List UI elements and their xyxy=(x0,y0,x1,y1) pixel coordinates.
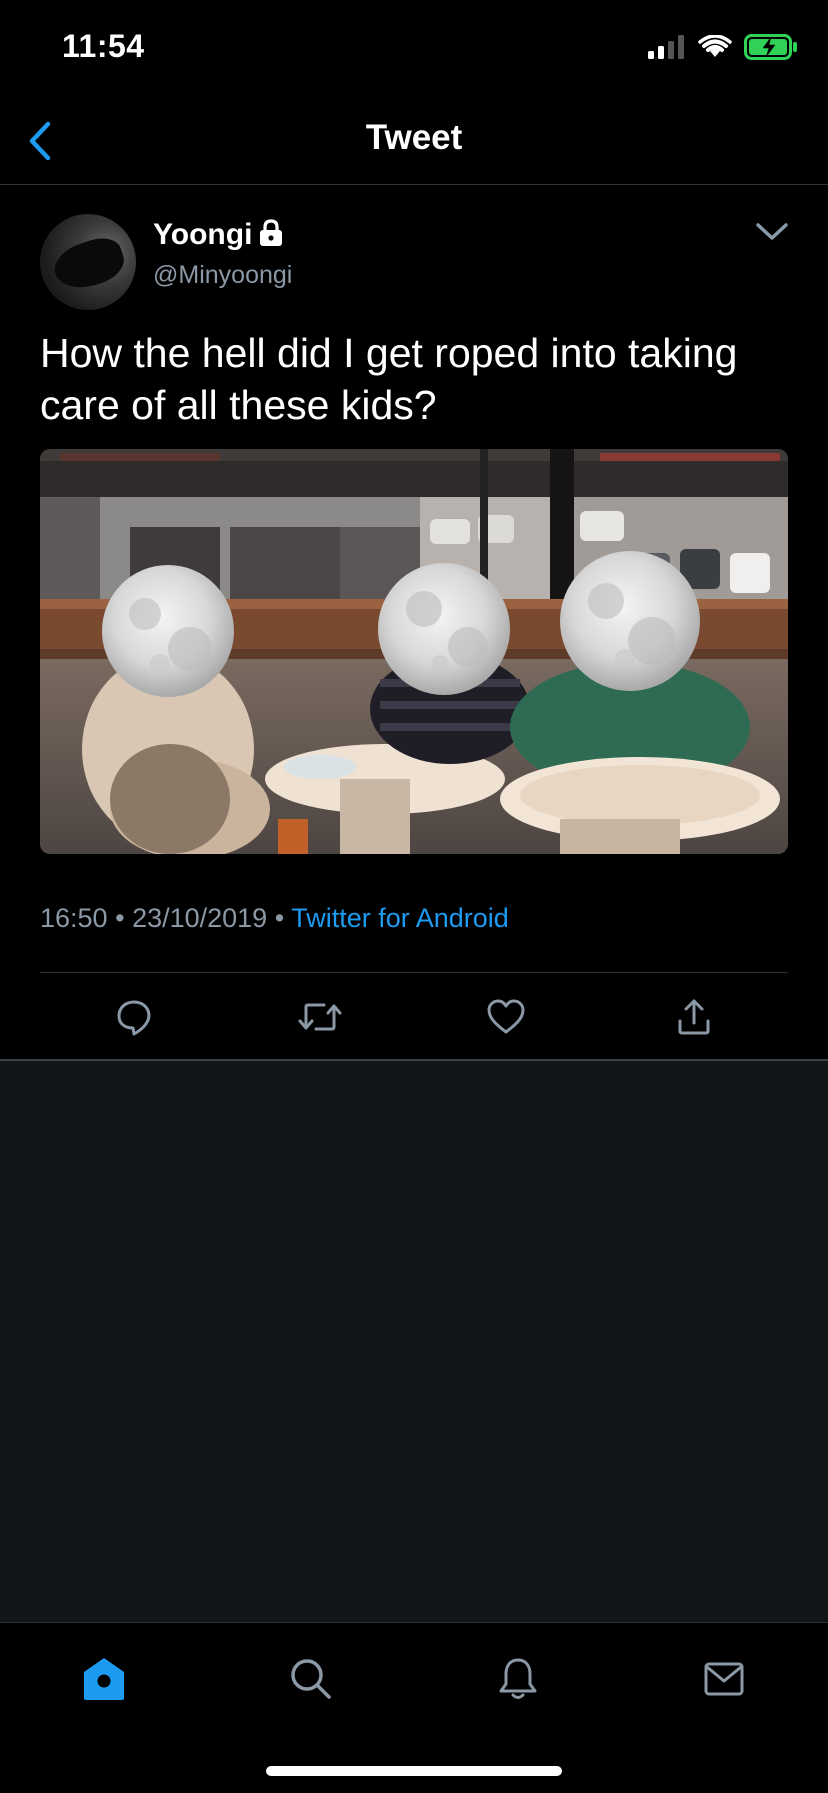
wifi-icon xyxy=(698,34,732,64)
tweet-date: 23/10/2019 xyxy=(132,903,268,933)
like-icon xyxy=(487,999,525,1034)
home-icon xyxy=(84,1658,124,1700)
status-icons xyxy=(648,34,798,65)
avatar[interactable] xyxy=(40,214,136,310)
status-time: 11:54 xyxy=(62,28,145,64)
home-indicator[interactable] xyxy=(266,1766,562,1776)
reply-icon xyxy=(117,1000,151,1036)
tweet-detail: Yoongi @Minyoongi How the hell did I get… xyxy=(0,185,828,1059)
tab-notifications[interactable] xyxy=(488,1649,548,1709)
messages-icon xyxy=(704,1662,744,1696)
page-title: Tweet xyxy=(365,118,463,157)
tweet-text: How the hell did I get roped into taking… xyxy=(40,330,738,428)
chevron-down-icon xyxy=(756,223,788,240)
photo-image xyxy=(40,449,788,854)
nav-bar: Tweet xyxy=(0,100,828,185)
battery-charging-icon xyxy=(744,34,798,65)
tab-messages[interactable] xyxy=(694,1649,754,1709)
search-icon xyxy=(291,1659,331,1699)
tweet-photo[interactable] xyxy=(40,449,788,854)
retweet-icon xyxy=(298,1003,342,1031)
display-name[interactable]: Yoongi xyxy=(153,218,252,252)
author-name-row: Yoongi xyxy=(153,218,284,252)
tweet-actions xyxy=(0,973,828,1059)
tab-search[interactable] xyxy=(281,1649,341,1709)
moon-face-cover-middle xyxy=(378,563,510,695)
meta-separator: • xyxy=(274,903,285,933)
meta-separator: • xyxy=(115,903,125,933)
share-icon xyxy=(678,999,710,1035)
cellular-signal-icon xyxy=(648,35,686,64)
replies-area xyxy=(0,1061,828,1622)
share-button[interactable] xyxy=(670,993,718,1041)
moon-face-cover-left xyxy=(102,565,234,697)
reply-button[interactable] xyxy=(110,993,158,1041)
notifications-icon xyxy=(499,1658,537,1699)
tab-home[interactable] xyxy=(74,1649,134,1709)
more-options-button[interactable] xyxy=(752,215,792,249)
like-button[interactable] xyxy=(482,993,530,1041)
status-bar: 11:54 xyxy=(0,0,828,100)
user-handle[interactable]: @Minyoongi xyxy=(153,261,292,290)
avatar-image-shape xyxy=(48,232,130,296)
retweet-button[interactable] xyxy=(296,993,344,1041)
tweet-source-link[interactable]: Twitter for Android xyxy=(291,903,509,933)
tweet-metadata: 16:50 • 23/10/2019 • Twitter for Android xyxy=(40,903,509,934)
tweet-time: 16:50 xyxy=(40,903,108,933)
lock-icon xyxy=(258,218,284,252)
moon-face-cover-right xyxy=(560,551,700,691)
